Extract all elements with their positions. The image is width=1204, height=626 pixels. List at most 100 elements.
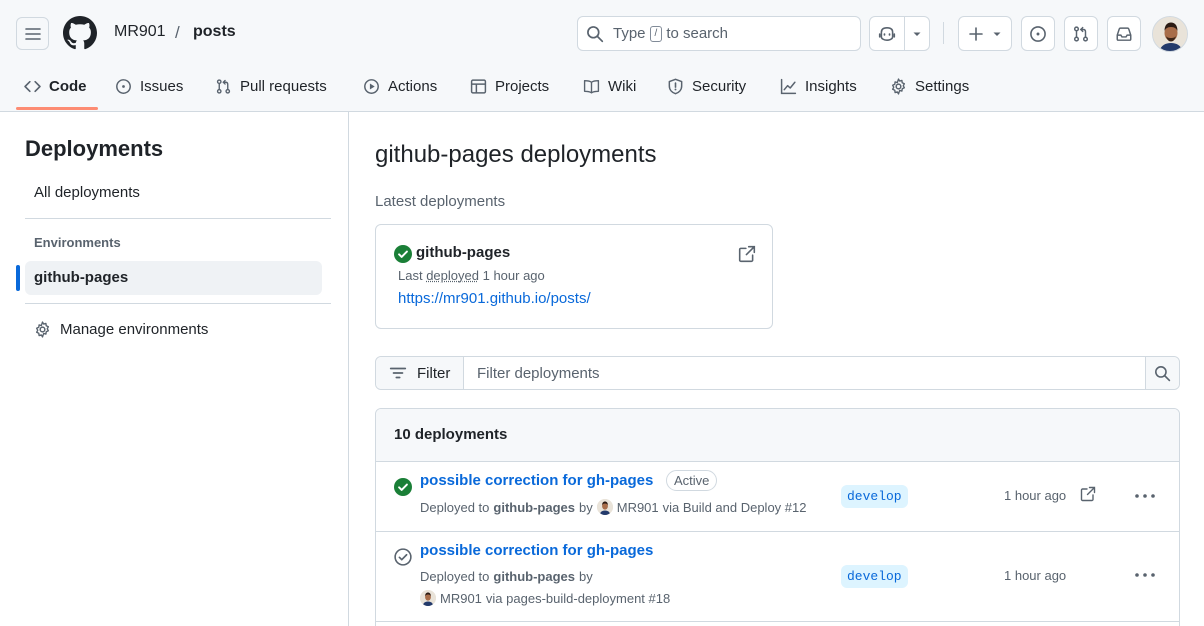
deployed-to-label: Deployed to	[420, 569, 489, 584]
plus-icon	[968, 26, 984, 42]
manage-environments-link[interactable]: Manage environments	[34, 321, 208, 338]
tab-code[interactable]: Code	[24, 62, 87, 110]
pull-requests-button[interactable]	[1064, 16, 1098, 51]
manage-environments-label: Manage environments	[60, 321, 208, 338]
filter-search-button[interactable]	[1145, 357, 1179, 389]
link-external-icon[interactable]	[1080, 486, 1096, 502]
sidebar-item-label: github-pages	[34, 269, 128, 286]
tab-label: Settings	[915, 78, 969, 95]
search-hint: Type / to search	[613, 25, 728, 42]
active-tab-underline	[16, 107, 98, 110]
check-circle-fill-icon	[394, 245, 412, 263]
search-input[interactable]: Type / to search	[577, 16, 861, 51]
by-label: by	[579, 500, 593, 515]
kebab-horizontal-icon[interactable]	[1134, 488, 1156, 504]
latest-deployments-label: Latest deployments	[375, 193, 505, 210]
tab-wiki[interactable]: Wiki	[583, 62, 636, 110]
user-avatar[interactable]	[1152, 16, 1188, 52]
deployment-row: possible correction for gh-pages Active …	[376, 462, 1180, 532]
sidebar-divider	[25, 218, 331, 219]
deployments-sidebar: Deployments All deployments Environments…	[0, 112, 349, 626]
environments-heading: Environments	[34, 235, 121, 250]
last-deployed-time: 1 hour ago	[483, 268, 545, 283]
avatar[interactable]	[420, 590, 436, 606]
repo-link[interactable]: posts	[193, 23, 236, 41]
deployment-title-link[interactable]: possible correction for gh-pages	[420, 542, 653, 559]
deployed-tooltip-word[interactable]: deployed	[426, 268, 479, 283]
tab-issues[interactable]: Issues	[115, 62, 183, 110]
inbox-button[interactable]	[1107, 16, 1141, 51]
kebab-horizontal-icon[interactable]	[1134, 567, 1156, 583]
copilot-dropdown-button[interactable]	[904, 16, 930, 51]
deployment-time: 1 hour ago	[1004, 488, 1066, 503]
check-circle-icon	[394, 548, 412, 566]
deployment-title-link[interactable]: possible correction for gh-pages	[420, 472, 653, 489]
issue-opened-icon	[1029, 25, 1047, 43]
filter-bar: Filter	[375, 356, 1180, 390]
inbox-icon	[1115, 25, 1133, 43]
issues-button[interactable]	[1021, 16, 1055, 51]
workflow-link[interactable]: via pages-build-deployment #18	[486, 591, 670, 606]
deployed-to-label: Deployed to	[420, 500, 489, 515]
latest-deployment-card: github-pages Last deployed 1 hour ago ht…	[375, 224, 773, 329]
sidebar-title: Deployments	[25, 136, 163, 162]
deployment-url-link[interactable]: https://mr901.github.io/posts/	[398, 290, 591, 307]
header-divider	[943, 22, 944, 44]
caret-down-icon	[992, 29, 1002, 39]
gear-icon	[34, 321, 51, 338]
code-icon	[24, 78, 41, 95]
filter-deployments-input[interactable]	[464, 357, 1146, 389]
deployment-meta-line-2: MR901 via pages-build-deployment #18	[420, 590, 670, 606]
deployment-meta: Deployed to github-pages by MR901 via Bu…	[420, 499, 806, 515]
filter-button[interactable]: Filter	[376, 357, 464, 389]
sidebar-item-github-pages[interactable]: github-pages	[25, 261, 322, 295]
git-pull-request-icon	[1072, 25, 1090, 43]
by-label: by	[579, 569, 593, 584]
tab-actions[interactable]: Actions	[363, 62, 437, 110]
tab-label: Code	[49, 78, 87, 95]
page-title: github-pages deployments	[375, 141, 657, 169]
filter-icon	[389, 364, 407, 382]
workflow-link[interactable]: via Build and Deploy #12	[663, 500, 807, 515]
copilot-button[interactable]	[869, 16, 905, 51]
user-link[interactable]: MR901	[440, 591, 482, 606]
status-badge: Active	[666, 470, 717, 491]
branch-label[interactable]: develop	[841, 485, 908, 508]
sidebar-item-all-deployments[interactable]: All deployments	[34, 184, 140, 201]
deployment-row: possible correction for gh-pages Deploye…	[376, 532, 1180, 622]
environment-link[interactable]: github-pages	[493, 569, 575, 584]
avatar[interactable]	[597, 499, 613, 515]
branch-label[interactable]: develop	[841, 565, 908, 588]
last-deployed-text: Last deployed 1 hour ago	[398, 268, 545, 283]
caret-down-icon	[912, 29, 922, 39]
user-avatar-image	[420, 590, 436, 606]
shield-icon	[667, 78, 684, 95]
tab-pull-requests[interactable]: Pull requests	[215, 62, 327, 110]
environment-link[interactable]: github-pages	[493, 500, 575, 515]
tab-settings[interactable]: Settings	[890, 62, 969, 110]
play-icon	[363, 78, 380, 95]
deployments-list-header: 10 deployments	[376, 409, 1180, 462]
create-new-button[interactable]	[958, 16, 1012, 51]
search-prefix: Type	[613, 25, 646, 42]
github-logo-icon[interactable]	[63, 16, 97, 50]
copilot-icon	[878, 25, 896, 43]
tab-label: Security	[692, 78, 746, 95]
tab-label: Actions	[388, 78, 437, 95]
deployments-count: 10 deployments	[394, 426, 507, 443]
link-external-icon[interactable]	[738, 245, 756, 263]
environment-name: github-pages	[416, 244, 510, 261]
tab-label: Insights	[805, 78, 857, 95]
gear-icon	[890, 78, 907, 95]
tab-projects[interactable]: Projects	[470, 62, 549, 110]
user-link[interactable]: MR901	[617, 500, 659, 515]
owner-link[interactable]: MR901	[114, 23, 166, 41]
app-header: MR901 / posts Type / to search Code Issu…	[0, 0, 1204, 112]
tab-label: Pull requests	[240, 78, 327, 95]
menu-button[interactable]	[16, 17, 49, 50]
filter-button-label: Filter	[417, 365, 450, 382]
tab-label: Issues	[140, 78, 183, 95]
tab-label: Projects	[495, 78, 549, 95]
tab-security[interactable]: Security	[667, 62, 746, 110]
tab-insights[interactable]: Insights	[780, 62, 857, 110]
